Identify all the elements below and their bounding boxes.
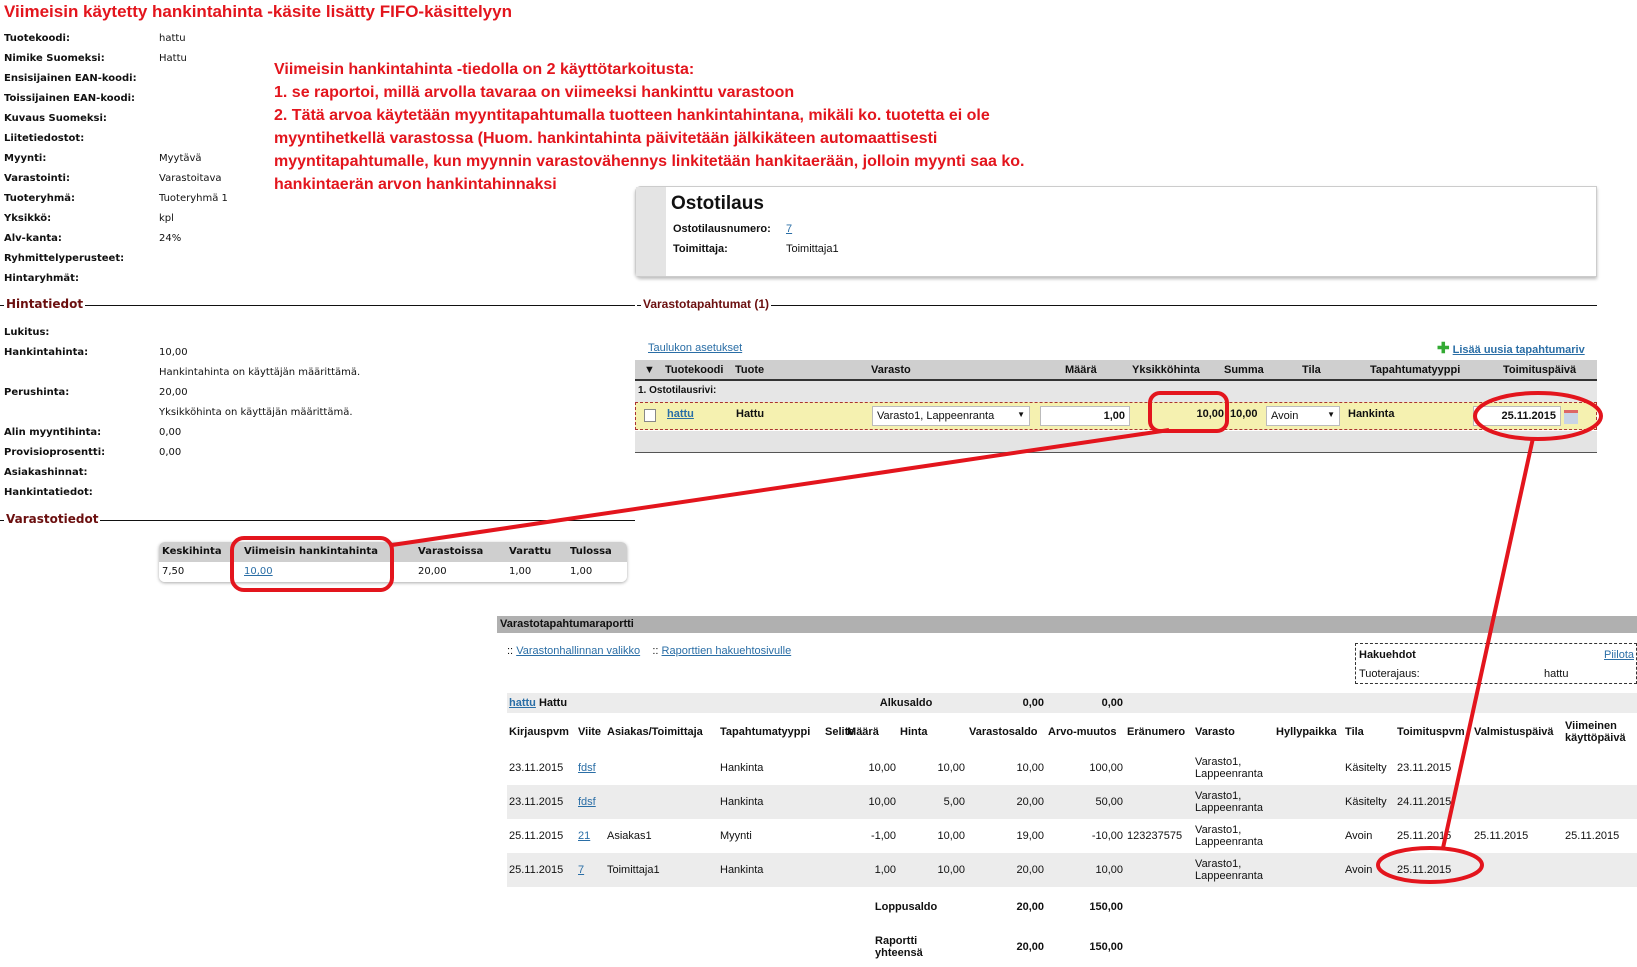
arrow-line	[1441, 437, 1535, 849]
highlight-oval	[1376, 846, 1484, 884]
highlight-oval	[1473, 391, 1603, 441]
highlight-oval	[1148, 391, 1229, 433]
arrow-line	[391, 428, 1170, 547]
highlight-oval	[230, 536, 394, 592]
annotation-overlay	[230, 391, 1603, 884]
